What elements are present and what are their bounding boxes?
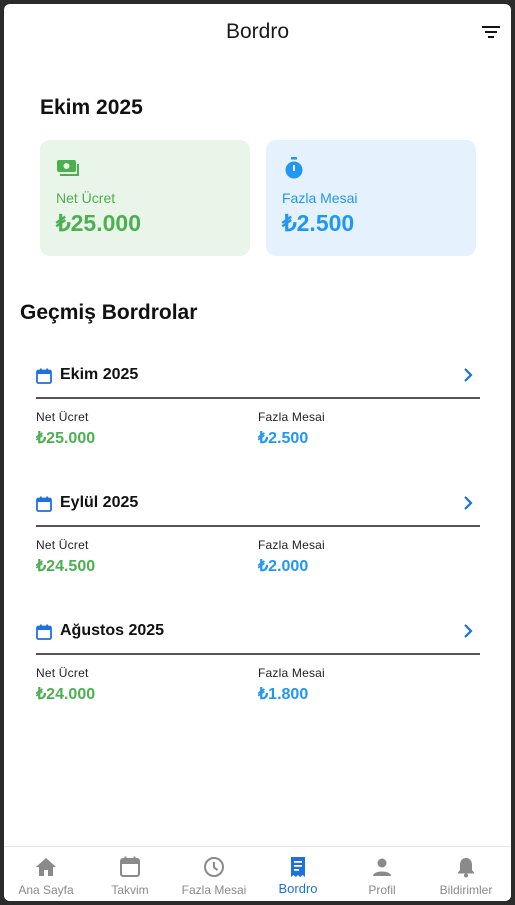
payroll-entry: Eylül 2025 Net Ücret Fazla Mesai ₺24.500… xyxy=(36,486,480,596)
chevron-right-icon[interactable] xyxy=(460,623,476,639)
net-salary-value: ₺24.000 xyxy=(36,686,96,703)
nav-label: Takvim xyxy=(111,883,149,897)
person-icon xyxy=(373,858,391,876)
payroll-entry: Ağustos 2025 Net Ücret Fazla Mesai ₺24.0… xyxy=(36,614,480,724)
net-salary-label: Net Ücret xyxy=(36,538,89,552)
payroll-entry: Ekim 2025 Net Ücret Fazla Mesai ₺25.000 … xyxy=(36,358,480,468)
net-salary-value: ₺25.000 xyxy=(56,210,141,236)
payroll-entry-header[interactable]: Ekim 2025 xyxy=(36,358,480,392)
page-title: Bordro xyxy=(225,20,290,43)
nav-label: Profil xyxy=(368,883,396,897)
timer-icon xyxy=(285,157,303,179)
nav-label: Bordro xyxy=(278,881,318,896)
overtime-card: Fazla Mesai ₺2.500 xyxy=(266,140,476,256)
bottom-navigation: Ana Sayfa Takvim Fazla Mesai Bordro Prof… xyxy=(4,846,511,901)
payroll-entry-header[interactable]: Ağustos 2025 xyxy=(36,614,480,648)
divider xyxy=(36,397,480,399)
calendar-icon xyxy=(120,856,140,877)
net-salary-label: Net Ücret xyxy=(36,410,89,424)
app-bar: Bordro xyxy=(4,4,511,60)
nav-label: Fazla Mesai xyxy=(181,883,247,897)
net-salary-card: Net Ücret ₺25.000 xyxy=(40,140,250,256)
payroll-month: Eylül 2025 xyxy=(60,494,139,511)
net-salary-value: ₺25.000 xyxy=(36,430,96,447)
net-salary-label: Net Ücret xyxy=(56,190,116,206)
nav-label: Bildirimler xyxy=(439,883,493,897)
overtime-value: ₺2.000 xyxy=(258,558,309,575)
overtime-label: Fazla Mesai xyxy=(282,190,358,206)
divider xyxy=(36,653,480,655)
payroll-month: Ekim 2025 xyxy=(60,366,139,383)
app-screen: Bordro Ekim 2025 Net Ücret ₺25.000 Fazla… xyxy=(4,4,511,901)
payroll-entry-header[interactable]: Eylül 2025 xyxy=(36,486,480,520)
nav-item-home[interactable]: Ana Sayfa xyxy=(4,847,88,901)
money-icon xyxy=(57,160,79,176)
net-salary-value: ₺24.500 xyxy=(36,558,96,575)
nav-item-payroll[interactable]: Bordro xyxy=(256,847,340,901)
nav-item-profile[interactable]: Profil xyxy=(340,847,424,901)
clock-icon xyxy=(204,857,224,877)
overtime-label: Fazla Mesai xyxy=(258,666,325,680)
nav-label: Ana Sayfa xyxy=(18,883,74,897)
calendar-icon xyxy=(36,496,52,512)
nav-item-notifications[interactable]: Bildirimler xyxy=(424,847,508,901)
nav-item-calendar[interactable]: Takvim xyxy=(88,847,172,901)
overtime-label: Fazla Mesai xyxy=(258,538,325,552)
overtime-value: ₺1.800 xyxy=(258,686,309,703)
net-salary-label: Net Ücret xyxy=(36,666,89,680)
bell-icon xyxy=(458,858,474,878)
payroll-month: Ağustos 2025 xyxy=(60,622,165,639)
overtime-label: Fazla Mesai xyxy=(258,410,325,424)
nav-item-overtime[interactable]: Fazla Mesai xyxy=(172,847,256,901)
overtime-value: ₺2.500 xyxy=(282,210,355,236)
current-month-title: Ekim 2025 xyxy=(40,96,143,119)
chevron-right-icon[interactable] xyxy=(460,367,476,383)
calendar-icon xyxy=(36,368,52,384)
receipt-icon xyxy=(291,857,305,877)
chevron-right-icon[interactable] xyxy=(460,495,476,511)
calendar-icon xyxy=(36,624,52,640)
filter-icon[interactable] xyxy=(481,24,501,40)
overtime-value: ₺2.500 xyxy=(258,430,309,447)
home-icon xyxy=(36,858,56,876)
divider xyxy=(36,525,480,527)
history-title: Geçmiş Bordrolar xyxy=(20,301,198,324)
